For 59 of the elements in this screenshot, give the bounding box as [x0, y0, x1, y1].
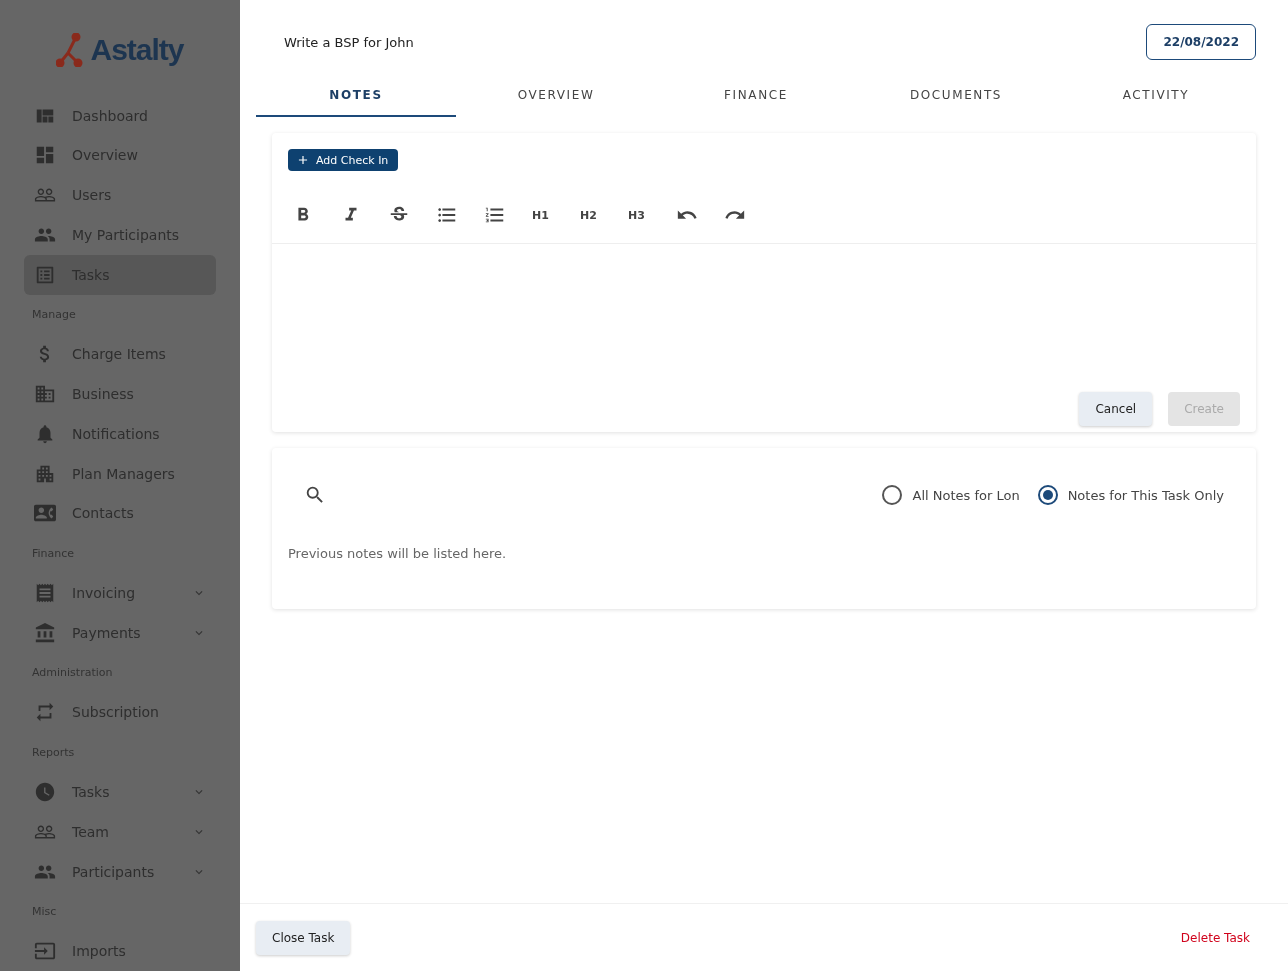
- radio-option[interactable]: All Notes for Lon: [882, 485, 1020, 505]
- sidebar-item-label: Users: [72, 187, 113, 204]
- sidebar-item[interactable]: Overview: [24, 135, 216, 176]
- sidebar-item-label: My Participants: [72, 227, 181, 243]
- bank-icon: [34, 621, 56, 644]
- sidebar-item-label: Notifications: [72, 425, 161, 442]
- cancel-button[interactable]: Cancel: [1079, 392, 1153, 426]
- sidebar-item[interactable]: Participants: [24, 851, 216, 892]
- sidebar-item[interactable]: My Participants: [24, 215, 216, 255]
- search-icon[interactable]: [304, 484, 326, 506]
- radio-icon[interactable]: [1037, 485, 1058, 505]
- sidebar-item-label: Participants: [72, 863, 156, 880]
- receipt-icon: [34, 582, 56, 605]
- sidebar-item-label: Team: [72, 823, 110, 840]
- sidebar-item-label: Invoicing: [72, 585, 137, 602]
- delete-task-button[interactable]: Delete Task: [1174, 929, 1256, 946]
- sidebar-item[interactable]: Contacts: [24, 493, 216, 534]
- sidebar-item-label: Dashboard: [72, 107, 149, 124]
- sidebar-item-label: Plan Managers: [72, 465, 176, 482]
- sidebar-item[interactable]: Dashboard: [24, 95, 216, 136]
- sidebar-item-label: Charge Items: [72, 346, 167, 363]
- date-button[interactable]: 22/08/2022: [1146, 24, 1256, 60]
- plus-icon: [296, 153, 310, 167]
- heading-button[interactable]: H2: [576, 199, 624, 231]
- sidebar-item[interactable]: Charge Items: [24, 334, 216, 375]
- heading-button[interactable]: H1: [528, 199, 576, 231]
- sidebar-item-label: Overview: [72, 147, 139, 164]
- tab[interactable]: DOCUMENTS: [856, 76, 1056, 117]
- radio-label: Notes for This Task Only: [1067, 487, 1224, 503]
- tab[interactable]: ACTIVITY: [1056, 76, 1256, 117]
- sidebar-item[interactable]: Team: [24, 811, 216, 852]
- add-check-in-button[interactable]: Add Check In: [288, 149, 399, 171]
- sidebar-item[interactable]: Subscription: [24, 692, 216, 733]
- sidebar-item[interactable]: Business: [24, 374, 216, 414]
- empty-notes-message: Previous notes will be listed here.: [287, 545, 508, 563]
- sidebar-item[interactable]: Users: [24, 175, 216, 216]
- sidebar-item[interactable]: Plan Managers: [24, 453, 216, 494]
- tab[interactable]: FINANCE: [656, 76, 856, 117]
- sidebar-item[interactable]: Payments: [24, 612, 216, 653]
- sidebar-item[interactable]: Notifications: [24, 414, 216, 454]
- sidebar-item-label: Imports: [72, 943, 127, 960]
- sidebar-item-label: Subscription: [72, 704, 160, 721]
- sidebar-item[interactable]: Invoicing: [24, 573, 216, 613]
- clock-icon: [34, 780, 56, 803]
- sidebar-item-label: Business: [72, 386, 135, 403]
- radio-label: All Notes for Lon: [912, 487, 1020, 503]
- sidebar-item[interactable]: Imports: [24, 931, 216, 971]
- radio-icon[interactable]: [882, 485, 903, 505]
- logo-text: Astalty: [90, 32, 184, 67]
- close-task-button[interactable]: Close Task: [256, 920, 351, 955]
- sidebar-item-label: Payments: [72, 624, 142, 641]
- tab[interactable]: OVERVIEW: [456, 76, 656, 117]
- tab[interactable]: NOTES: [256, 76, 456, 117]
- task-title: Write a BSP for John: [284, 34, 414, 50]
- sidebar-item-label: Tasks: [72, 783, 111, 800]
- sidebar-item[interactable]: Tasks: [24, 772, 216, 812]
- heading-button[interactable]: H3: [624, 199, 672, 231]
- sidebar-item-label: Contacts: [72, 505, 135, 522]
- radio-option[interactable]: Notes for This Task Only: [1037, 485, 1224, 505]
